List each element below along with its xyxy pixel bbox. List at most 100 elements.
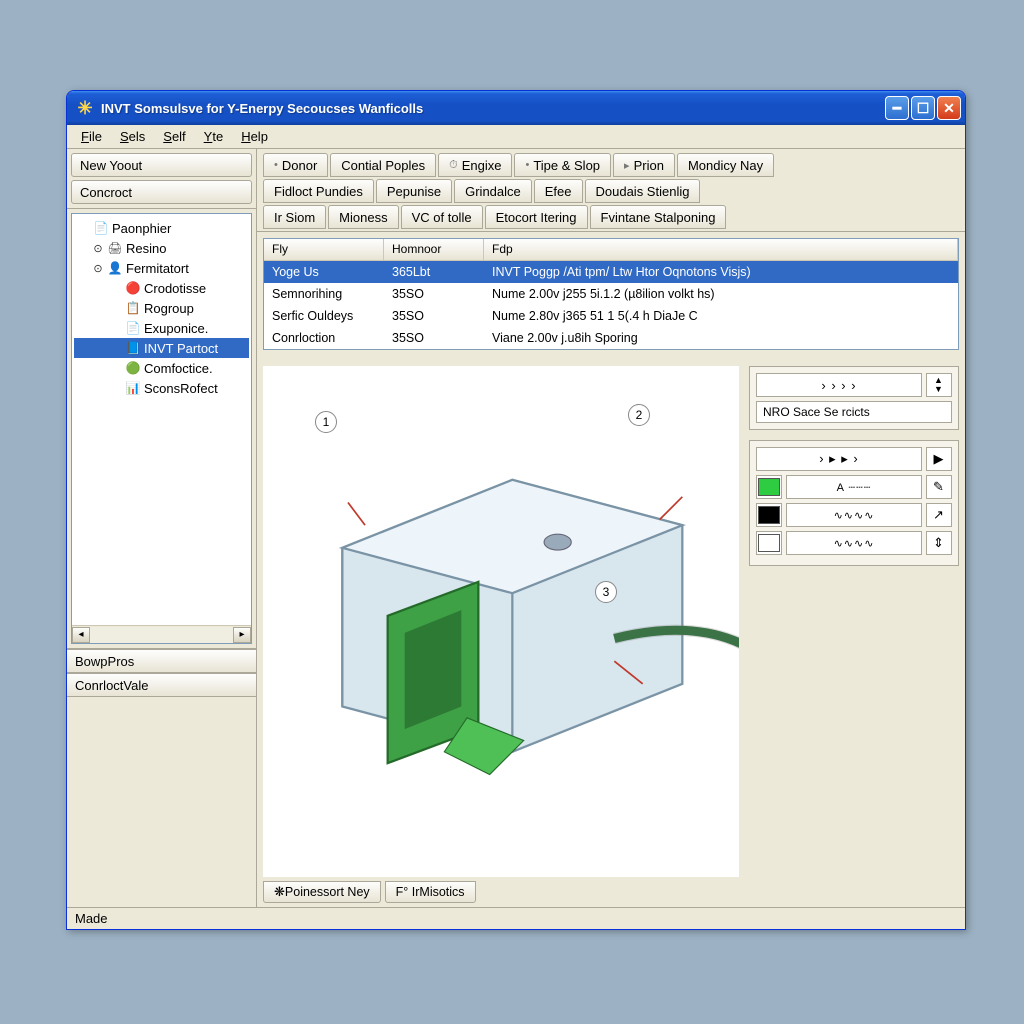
diagram-viewport[interactable]: 1 2 3 <box>263 366 739 877</box>
tool-wave-2[interactable]: ∿∿∿∿ <box>786 531 922 555</box>
tree-node-rogroup[interactable]: 📋Rogroup <box>74 298 249 318</box>
tool-play[interactable]: ▶ <box>926 447 952 471</box>
tool-arrow-ne[interactable]: ↗ <box>926 503 952 527</box>
tree-node-fermitatort[interactable]: ⊙👤Fermitatort <box>74 258 249 278</box>
tree-node-comfoctice-[interactable]: 🟢Comfoctice. <box>74 358 249 378</box>
tool-arrows-1[interactable]: › › › › <box>756 373 922 397</box>
minimize-button[interactable]: ━ <box>885 96 909 120</box>
tree-icon: 📋 <box>125 300 141 316</box>
toolbox-label: NRO Sace Se rcicts <box>756 401 952 423</box>
tab-grindalce[interactable]: Grindalce <box>454 179 532 203</box>
tool-pencil[interactable]: ✎ <box>926 475 952 499</box>
callout-2[interactable]: 2 <box>628 404 650 426</box>
tab-icon: ❋ <box>274 884 285 900</box>
tree-node-sconsrofect[interactable]: 📊SconsRofect <box>74 378 249 398</box>
callout-1[interactable]: 1 <box>315 411 337 433</box>
tree-node-invt-partoct[interactable]: 📘INVT Partoct <box>74 338 249 358</box>
callout-3[interactable]: 3 <box>595 581 617 603</box>
table-row[interactable]: Conrloction35SOViane 2.00v j.u8ih Sporin… <box>264 327 958 349</box>
data-table: Fly Homnoor Fdp Yoge Us365LbtINVT Poggp … <box>263 238 959 350</box>
tab-vc-of-tolle[interactable]: VC of tolle <box>401 205 483 229</box>
scroll-right-button[interactable]: ▸ <box>233 627 251 643</box>
tree-icon: 📊 <box>125 380 141 396</box>
tab-mioness[interactable]: Mioness <box>328 205 398 229</box>
bottom-tabs: ❋ Poinessort NeyF° IrMisotics <box>257 881 965 907</box>
scroll-left-button[interactable]: ◂ <box>72 627 90 643</box>
left-btn-concroct[interactable]: Concroct <box>71 180 252 204</box>
tab-prion[interactable]: ▸Prion <box>613 153 675 177</box>
tab-efee[interactable]: Efee <box>534 179 583 203</box>
tab-donor[interactable]: •Donor <box>263 153 328 177</box>
tab-tipe-slop[interactable]: •Tipe & Slop <box>514 153 611 177</box>
swatch-white[interactable] <box>756 531 782 555</box>
tool-dashes[interactable]: A ┄┄┄ <box>786 475 922 499</box>
tab-ir-siom[interactable]: Ir Siom <box>263 205 326 229</box>
panel-header-1[interactable]: BowpPros <box>67 649 256 673</box>
content-area: New Yoout Concroct 📄Paonphier⊙🖨Resino⊙👤Fe… <box>67 149 965 907</box>
tree-node-resino[interactable]: ⊙🖨Resino <box>74 238 249 258</box>
lower-panels: BowpPros ConrloctVale <box>67 648 256 907</box>
table-cell: Viane 2.00v j.u8ih Sporing <box>484 329 958 347</box>
window-controls: ━ ☐ ✕ <box>885 96 961 120</box>
table-cell: Serfic Ouldeys <box>264 307 384 325</box>
tree-icon: 👤 <box>107 260 123 276</box>
table-row[interactable]: Semnorihing35SONume 2.00v j255 5i.1.2 (µ… <box>264 283 958 305</box>
panel-header-2[interactable]: ConrloctVale <box>67 673 256 697</box>
swatch-black[interactable] <box>756 503 782 527</box>
tool-up-down[interactable]: ▲▼ <box>926 373 952 397</box>
table-cell: 35SO <box>384 285 484 303</box>
app-icon: ✳ <box>75 98 95 118</box>
tab-etocort-itering[interactable]: Etocort Itering <box>485 205 588 229</box>
menu-file[interactable]: File <box>73 127 110 146</box>
tab-icon: ▸ <box>624 159 630 172</box>
tab-pepunise[interactable]: Pepunise <box>376 179 452 203</box>
toolbox-1: › › › › ▲▼ NRO Sace Se rcicts <box>749 366 959 430</box>
col-header-1[interactable]: Fly <box>264 239 384 260</box>
tool-wave-1[interactable]: ∿∿∿∿ <box>786 503 922 527</box>
tool-misc[interactable]: ⇕ <box>926 531 952 555</box>
lower-panel-body <box>67 697 256 907</box>
tree-node-exuponice-[interactable]: 📄Exuponice. <box>74 318 249 338</box>
tree-icon: 📘 <box>125 340 141 356</box>
table-cell: 35SO <box>384 329 484 347</box>
right-column: •DonorContial Poples⏱Engixe•Tipe & Slop▸… <box>257 149 965 907</box>
tree-icon: 📄 <box>93 220 109 236</box>
close-button[interactable]: ✕ <box>937 96 961 120</box>
tree-icon: 📄 <box>125 320 141 336</box>
tab-contial-poples[interactable]: Contial Poples <box>330 153 436 177</box>
tab-engixe[interactable]: ⏱Engixe <box>438 153 512 177</box>
swatch-green[interactable] <box>756 475 782 499</box>
tree-panel: 📄Paonphier⊙🖨Resino⊙👤Fermitatort🔴Crodotis… <box>71 213 252 644</box>
tree-view[interactable]: 📄Paonphier⊙🖨Resino⊙👤Fermitatort🔴Crodotis… <box>72 214 251 625</box>
table-cell: 35SO <box>384 307 484 325</box>
bottom-tab-f-irmisotics[interactable]: F° IrMisotics <box>385 881 476 903</box>
tab-mondicy-nay[interactable]: Mondicy Nay <box>677 153 774 177</box>
table-header: Fly Homnoor Fdp <box>264 239 958 261</box>
tool-arrows-2[interactable]: › ▸ ▸ › <box>756 447 922 471</box>
table-row[interactable]: Yoge Us365LbtINVT Poggp /Ati tpm/ Ltw Ht… <box>264 261 958 283</box>
titlebar: ✳ INVT Somsulsve for Y-Enerpy Secoucses … <box>67 91 965 125</box>
menu-self[interactable]: Self <box>155 127 193 146</box>
left-btn-new-yoout[interactable]: New Yoout <box>71 153 252 177</box>
col-header-2[interactable]: Homnoor <box>384 239 484 260</box>
tool-panels: › › › › ▲▼ NRO Sace Se rcicts › ▸ ▸ › ▶ … <box>749 366 959 877</box>
tree-node-crodotisse[interactable]: 🔴Crodotisse <box>74 278 249 298</box>
menu-sels[interactable]: Sels <box>112 127 153 146</box>
table-cell: INVT Poggp /Ati tpm/ Ltw Htor Oqnotons V… <box>484 263 958 281</box>
menu-yte[interactable]: Yte <box>196 127 232 146</box>
tab-fvintane-stalponing[interactable]: Fvintane Stalponing <box>590 205 727 229</box>
tab-doudais-stienlig[interactable]: Doudais Stienlig <box>585 179 701 203</box>
table-cell: Nume 2.00v j255 5i.1.2 (µ8ilion volkt hs… <box>484 285 958 303</box>
table-cell: Nume 2.80v j365 51 1 5(.4 h DiaJe C <box>484 307 958 325</box>
table-cell: Yoge Us <box>264 263 384 281</box>
bottom-tab-poinessort-ney[interactable]: ❋ Poinessort Ney <box>263 881 381 903</box>
maximize-button[interactable]: ☐ <box>911 96 935 120</box>
scroll-track[interactable] <box>90 627 233 643</box>
tree-h-scrollbar[interactable]: ◂ ▸ <box>72 625 251 643</box>
tab-rows: •DonorContial Poples⏱Engixe•Tipe & Slop▸… <box>257 149 965 232</box>
col-header-3[interactable]: Fdp <box>484 239 958 260</box>
table-row[interactable]: Serfic Ouldeys35SONume 2.80v j365 51 1 5… <box>264 305 958 327</box>
tree-node-paonphier[interactable]: 📄Paonphier <box>74 218 249 238</box>
tab-fidloct-pundies[interactable]: Fidloct Pundies <box>263 179 374 203</box>
menu-help[interactable]: Help <box>233 127 276 146</box>
